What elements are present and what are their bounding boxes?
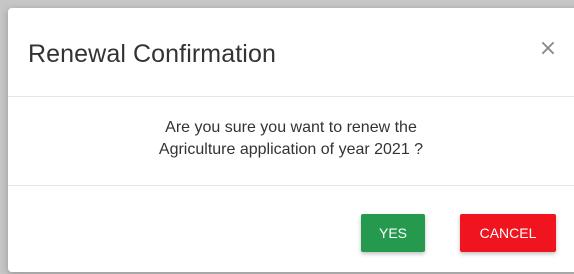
cancel-button[interactable]: CANCEL [460,214,556,252]
dialog-title: Renewal Confirmation [28,40,276,68]
message-line-2: Agriculture application of year 2021 ? [158,141,424,158]
dialog-footer: YES CANCEL [8,186,574,272]
dialog-header: Renewal Confirmation × [8,8,574,97]
close-icon[interactable]: × [536,38,560,62]
renewal-confirmation-dialog: Renewal Confirmation × Are you sure you … [8,8,574,272]
message-line-1: Are you sure you want to renew the [165,119,417,136]
yes-button[interactable]: YES [361,214,425,252]
confirmation-message: Are you sure you want to renew the Agric… [8,117,574,161]
dialog-body: Are you sure you want to renew the Agric… [8,97,574,186]
